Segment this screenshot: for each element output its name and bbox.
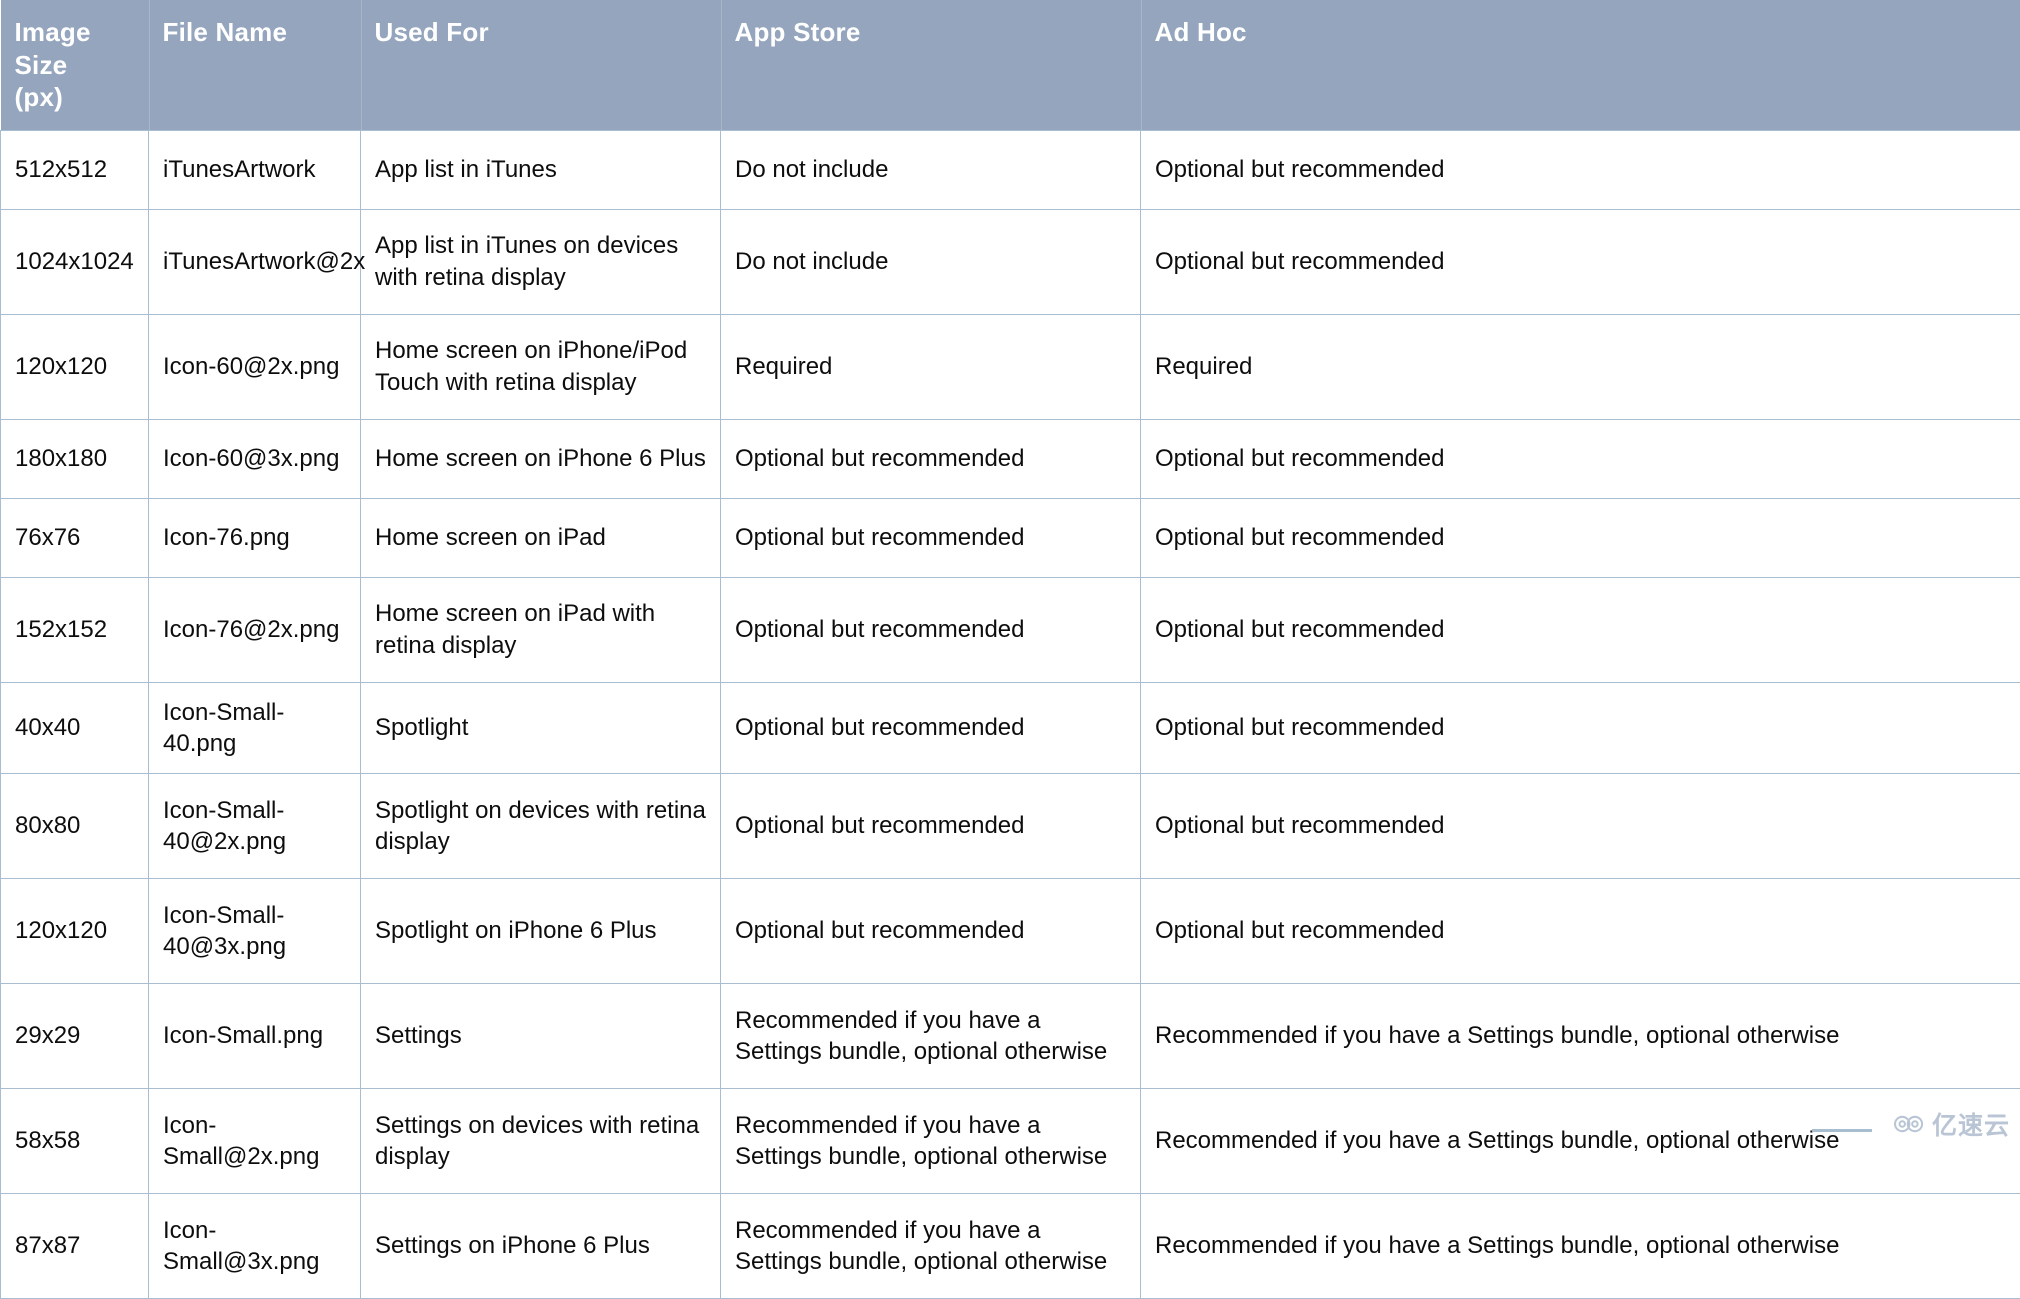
table-row: 120x120Icon-60@2x.pngHome screen on iPho… xyxy=(1,314,2020,419)
cell-app-store: Do not include xyxy=(721,130,1141,209)
cell-ad-hoc: Optional but recommended xyxy=(1141,773,2020,878)
cell-image-size: 1024x1024 xyxy=(1,209,149,314)
cell-app-store: Optional but recommended xyxy=(721,773,1141,878)
cell-ad-hoc: Recommended if you have a Settings bundl… xyxy=(1141,1088,2020,1193)
cell-app-store: Optional but recommended xyxy=(721,498,1141,577)
cell-app-store: Optional but recommended xyxy=(721,878,1141,983)
table-header-row: Image Size (px) File Name Used For App S… xyxy=(1,0,2020,130)
table-row: 40x40Icon-Small-40.pngSpotlightOptional … xyxy=(1,682,2020,773)
cell-file-name: Icon-Small-40.png xyxy=(149,682,361,773)
cell-used-for: App list in iTunes on devices with retin… xyxy=(361,209,721,314)
app-icon-size-table: Image Size (px) File Name Used For App S… xyxy=(0,0,2020,1299)
cell-app-store: Recommended if you have a Settings bundl… xyxy=(721,1193,1141,1298)
cell-used-for: Home screen on iPad xyxy=(361,498,721,577)
cell-file-name: Icon-76.png xyxy=(149,498,361,577)
table-header: Image Size (px) File Name Used For App S… xyxy=(1,0,2020,130)
cell-used-for: Home screen on iPhone/iPod Touch with re… xyxy=(361,314,721,419)
table-row: 120x120Icon-Small-40@3x.pngSpotlight on … xyxy=(1,878,2020,983)
cell-ad-hoc: Required xyxy=(1141,314,2020,419)
table-row: 512x512iTunesArtworkApp list in iTunesDo… xyxy=(1,130,2020,209)
cell-ad-hoc: Optional but recommended xyxy=(1141,577,2020,682)
cell-file-name: Icon-Small-40@3x.png xyxy=(149,878,361,983)
cell-image-size: 58x58 xyxy=(1,1088,149,1193)
cell-app-store: Required xyxy=(721,314,1141,419)
column-header-used-for: Used For xyxy=(361,0,721,130)
cell-image-size: 180x180 xyxy=(1,419,149,498)
cell-ad-hoc: Optional but recommended xyxy=(1141,130,2020,209)
cell-file-name: Icon-Small@2x.png xyxy=(149,1088,361,1193)
table-row: 87x87Icon-Small@3x.pngSettings on iPhone… xyxy=(1,1193,2020,1298)
column-header-image-size-line1: Image Size xyxy=(15,17,91,80)
column-header-ad-hoc: Ad Hoc xyxy=(1141,0,2020,130)
cell-file-name: iTunesArtwork xyxy=(149,130,361,209)
cell-app-store: Recommended if you have a Settings bundl… xyxy=(721,983,1141,1088)
table-row: 180x180Icon-60@3x.pngHome screen on iPho… xyxy=(1,419,2020,498)
cell-app-store: Do not include xyxy=(721,209,1141,314)
cell-used-for: Home screen on iPad with retina display xyxy=(361,577,721,682)
cell-ad-hoc: Optional but recommended xyxy=(1141,682,2020,773)
cell-ad-hoc: Recommended if you have a Settings bundl… xyxy=(1141,1193,2020,1298)
cell-used-for: Spotlight on devices with retina display xyxy=(361,773,721,878)
page-root: Image Size (px) File Name Used For App S… xyxy=(0,0,2020,1150)
cell-file-name: Icon-Small-40@2x.png xyxy=(149,773,361,878)
cell-image-size: 512x512 xyxy=(1,130,149,209)
cell-ad-hoc: Optional but recommended xyxy=(1141,209,2020,314)
cell-image-size: 120x120 xyxy=(1,878,149,983)
column-header-app-store: App Store xyxy=(721,0,1141,130)
watermark-rule xyxy=(1812,1129,1872,1132)
cell-app-store: Recommended if you have a Settings bundl… xyxy=(721,1088,1141,1193)
cell-ad-hoc: Optional but recommended xyxy=(1141,419,2020,498)
cell-image-size: 76x76 xyxy=(1,498,149,577)
cell-app-store: Optional but recommended xyxy=(721,682,1141,773)
cell-used-for: Settings xyxy=(361,983,721,1088)
cell-image-size: 80x80 xyxy=(1,773,149,878)
table-row: 1024x1024iTunesArtwork@2xApp list in iTu… xyxy=(1,209,2020,314)
cell-ad-hoc: Optional but recommended xyxy=(1141,878,2020,983)
cell-app-store: Optional but recommended xyxy=(721,419,1141,498)
cell-image-size: 87x87 xyxy=(1,1193,149,1298)
column-header-file-name: File Name xyxy=(149,0,361,130)
cell-app-store: Optional but recommended xyxy=(721,577,1141,682)
table-row: 58x58Icon-Small@2x.pngSettings on device… xyxy=(1,1088,2020,1193)
cell-file-name: Icon-60@3x.png xyxy=(149,419,361,498)
cell-image-size: 152x152 xyxy=(1,577,149,682)
column-header-image-size-line2: (px) xyxy=(15,82,63,112)
cell-ad-hoc: Recommended if you have a Settings bundl… xyxy=(1141,983,2020,1088)
table-body: 512x512iTunesArtworkApp list in iTunesDo… xyxy=(1,130,2020,1298)
cell-file-name: Icon-60@2x.png xyxy=(149,314,361,419)
cell-image-size: 120x120 xyxy=(1,314,149,419)
cell-used-for: App list in iTunes xyxy=(361,130,721,209)
cell-used-for: Home screen on iPhone 6 Plus xyxy=(361,419,721,498)
cell-file-name: Icon-Small@3x.png xyxy=(149,1193,361,1298)
cell-used-for: Settings on devices with retina display xyxy=(361,1088,721,1193)
cell-file-name: iTunesArtwork@2x xyxy=(149,209,361,314)
column-header-image-size: Image Size (px) xyxy=(1,0,149,130)
cell-ad-hoc: Optional but recommended xyxy=(1141,498,2020,577)
cell-used-for: Spotlight xyxy=(361,682,721,773)
table-row: 80x80Icon-Small-40@2x.pngSpotlight on de… xyxy=(1,773,2020,878)
cell-file-name: Icon-Small.png xyxy=(149,983,361,1088)
cell-used-for: Settings on iPhone 6 Plus xyxy=(361,1193,721,1298)
table-row: 29x29Icon-Small.pngSettingsRecommended i… xyxy=(1,983,2020,1088)
cell-image-size: 40x40 xyxy=(1,682,149,773)
cell-file-name: Icon-76@2x.png xyxy=(149,577,361,682)
cell-image-size: 29x29 xyxy=(1,983,149,1088)
cell-used-for: Spotlight on iPhone 6 Plus xyxy=(361,878,721,983)
table-row: 76x76Icon-76.pngHome screen on iPadOptio… xyxy=(1,498,2020,577)
table-row: 152x152Icon-76@2x.pngHome screen on iPad… xyxy=(1,577,2020,682)
